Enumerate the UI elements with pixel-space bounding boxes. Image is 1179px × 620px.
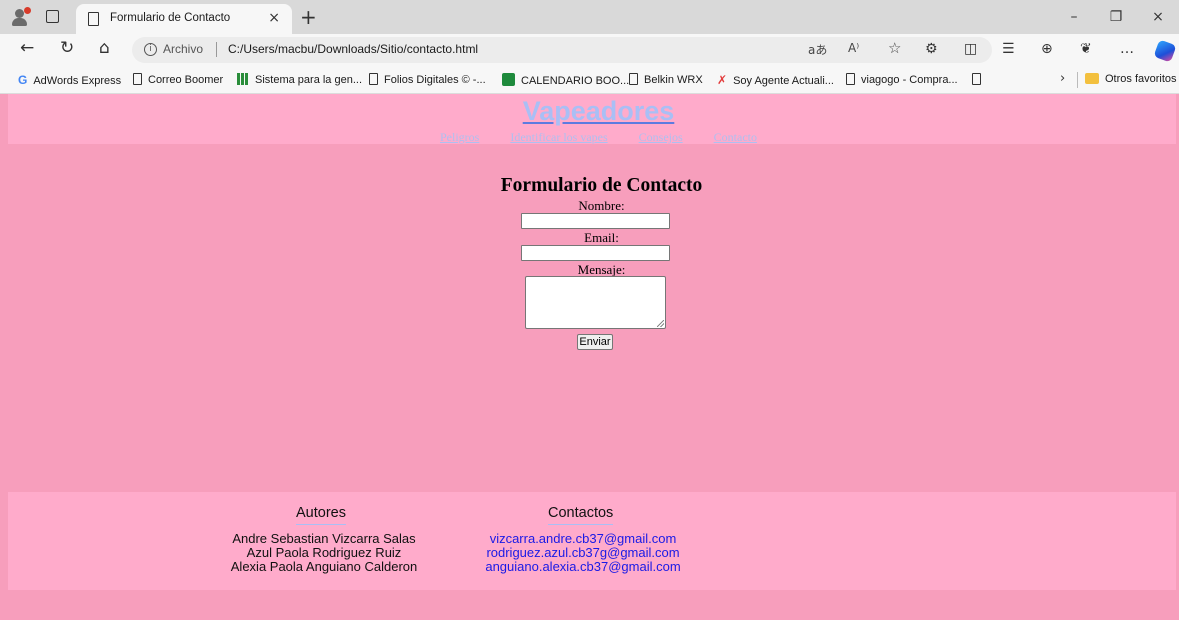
google-icon: G	[18, 73, 28, 87]
address-bar[interactable]: i Archivo C:/Users/macbu/Downloads/Sitio…	[132, 37, 992, 63]
bookmark-item[interactable]: Folios Digitales © -...	[369, 73, 486, 86]
page-viewport: Vapeadores Peligros Identificar los vape…	[8, 94, 1176, 620]
page-icon	[369, 73, 378, 85]
authors-heading: Autores	[296, 505, 346, 525]
bookmark-item[interactable]: Belkin WRX	[629, 73, 703, 86]
contact-section: Formulario de Contacto Nombre: Email: Me…	[8, 144, 1176, 492]
browser-toolbar: ← ↻ ⌂ i Archivo C:/Users/macbu/Downloads…	[0, 34, 1179, 66]
window-controls: – ❐ ×	[1053, 0, 1179, 34]
author-name: Andre Sebastian Vizcarra Salas	[232, 531, 416, 546]
home-button[interactable]: ⌂	[99, 38, 110, 58]
page-bottom-band	[8, 590, 1176, 620]
read-aloud-icon[interactable]: A⁾	[848, 41, 859, 55]
refresh-button[interactable]: ↻	[60, 38, 74, 58]
name-label: Nombre:	[578, 198, 625, 213]
author-name: Alexia Paola Anguiano Calderon	[230, 559, 418, 574]
bookmarks-bar: G AdWords Express Correo Boomer Sistema p…	[0, 66, 1179, 94]
nav-link-consejos[interactable]: Consejos	[639, 130, 683, 144]
bookmark-item[interactable]	[972, 73, 987, 86]
resize-handle-icon[interactable]	[657, 320, 664, 327]
site-footer: Autores Andre Sebastian Vizcarra Salas A…	[8, 492, 1176, 590]
tab-title: Formulario de Contacto	[110, 12, 231, 24]
bookmark-item[interactable]: Correo Boomer	[133, 73, 223, 86]
grid-icon	[237, 73, 249, 85]
nav-link-identificar[interactable]: Identificar los vapes	[510, 130, 607, 144]
restore-button[interactable]: ❐	[1095, 0, 1137, 34]
bookmark-item[interactable]: G AdWords Express	[18, 73, 121, 87]
extensions-icon[interactable]: ⚙	[925, 41, 938, 57]
contact-email-link[interactable]: vizcarra.andre.cb37@gmail.com	[473, 532, 693, 546]
form-title: Formulario de Contacto	[500, 175, 703, 196]
translate-icon[interactable]: aあ	[808, 41, 827, 58]
email-label: Email:	[584, 230, 619, 245]
x-logo-icon: ✗	[717, 73, 728, 87]
page-icon	[629, 73, 638, 85]
bookmarks-divider	[1077, 72, 1078, 88]
close-window-button[interactable]: ×	[1137, 0, 1179, 34]
submit-button[interactable]: Enviar	[577, 334, 613, 350]
copilot-icon[interactable]	[1153, 39, 1177, 63]
message-textarea[interactable]	[525, 276, 666, 329]
page-icon	[88, 12, 99, 26]
minimize-button[interactable]: –	[1053, 0, 1095, 34]
tab-close-icon[interactable]: ×	[268, 10, 280, 26]
more-icon[interactable]: …	[1120, 41, 1134, 57]
back-button[interactable]: ←	[20, 38, 34, 58]
site-brand[interactable]: Vapeadores	[8, 96, 1179, 127]
site-nav: Peligros Identificar los vapes Consejos …	[8, 130, 1179, 145]
site-info-icon[interactable]: i	[144, 43, 157, 56]
name-input[interactable]	[521, 213, 670, 229]
contact-email-link[interactable]: rodriguez.azul.cb37g@gmail.com	[473, 546, 693, 560]
nav-link-contacto[interactable]: Contacto	[714, 130, 757, 144]
calendar-icon	[502, 73, 515, 86]
profile-avatar-icon[interactable]	[10, 7, 31, 27]
new-tab-button[interactable]: +	[300, 5, 317, 29]
page-icon	[133, 73, 142, 85]
bookmark-item[interactable]: viagogo - Compra...	[846, 73, 958, 86]
favorites-list-icon[interactable]: ☰	[1002, 41, 1015, 57]
page-icon	[846, 73, 855, 85]
health-icon[interactable]: ❦	[1080, 41, 1092, 57]
contacts-heading: Contactos	[548, 505, 614, 525]
author-name: Azul Paola Rodriguez Ruiz	[246, 545, 402, 560]
bookmark-item[interactable]: CALENDARIO BOO...	[502, 73, 629, 87]
scheme-label: Archivo	[163, 42, 204, 56]
contacts-list: vizcarra.andre.cb37@gmail.com rodriguez.…	[473, 532, 693, 574]
favorite-star-icon[interactable]: ☆	[888, 39, 901, 57]
contact-email-link[interactable]: anguiano.alexia.cb37@gmail.com	[473, 560, 693, 574]
tab-strip: Formulario de Contacto × + – ❐ ×	[0, 0, 1179, 34]
authors-list: Andre Sebastian Vizcarra Salas Azul Paol…	[214, 532, 434, 574]
tab-contacto[interactable]: Formulario de Contacto ×	[76, 4, 292, 34]
nav-link-peligros[interactable]: Peligros	[440, 130, 479, 144]
collections-icon[interactable]: ⊕	[1041, 41, 1053, 57]
bookmark-item[interactable]: ✗ Soy Agente Actuali...	[717, 73, 834, 87]
page-icon	[972, 73, 981, 85]
folder-icon	[1085, 73, 1099, 84]
bookmarks-overflow-chevron-icon[interactable]: ›	[1060, 71, 1065, 86]
bookmark-item[interactable]: Sistema para la gen...	[237, 73, 362, 86]
other-favorites-folder[interactable]: Otros favoritos	[1085, 73, 1177, 85]
site-header: Vapeadores Peligros Identificar los vape…	[8, 94, 1176, 144]
tab-actions-icon[interactable]	[46, 10, 59, 23]
url-text[interactable]: C:/Users/macbu/Downloads/Sitio/contacto.…	[228, 42, 478, 56]
address-divider	[216, 42, 217, 57]
split-screen-icon[interactable]: ◫	[964, 41, 977, 57]
email-input[interactable]	[521, 245, 670, 261]
